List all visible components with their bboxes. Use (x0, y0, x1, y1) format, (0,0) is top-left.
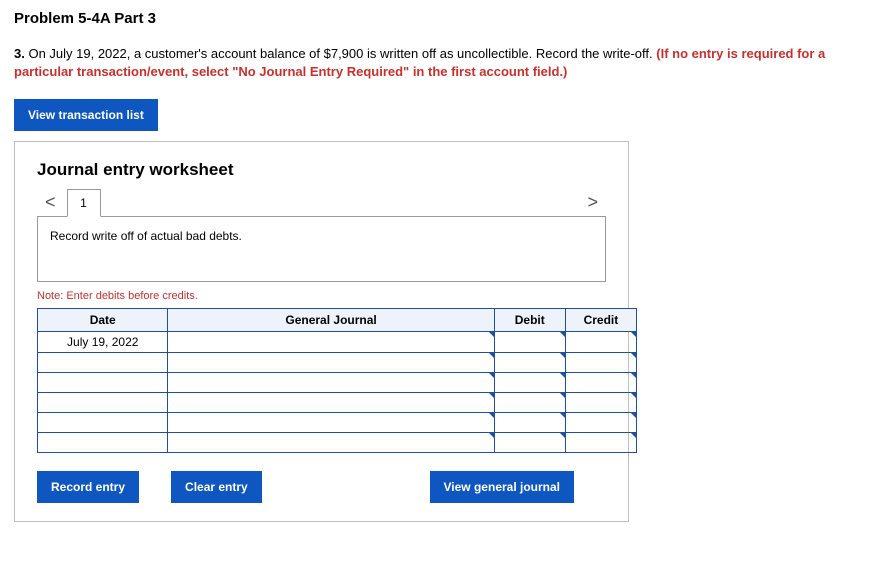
journal-cell[interactable] (168, 373, 494, 393)
date-cell[interactable] (38, 373, 168, 393)
col-journal-header: General Journal (168, 309, 494, 332)
credit-cell[interactable] (565, 373, 636, 393)
next-chevron-icon[interactable]: > (579, 188, 606, 217)
question-body: On July 19, 2022, a customer's account b… (25, 46, 656, 61)
action-row: Record entry Clear entry View general jo… (37, 471, 606, 503)
credit-cell[interactable] (565, 332, 636, 353)
credit-cell[interactable] (565, 433, 636, 453)
clear-entry-button[interactable]: Clear entry (171, 471, 262, 503)
date-cell[interactable] (38, 433, 168, 453)
entry-instruction: Record write off of actual bad debts. (37, 216, 606, 282)
table-header-row: Date General Journal Debit Credit (38, 309, 637, 332)
journal-cell[interactable] (168, 413, 494, 433)
table-row (38, 433, 637, 453)
col-credit-header: Credit (565, 309, 636, 332)
debit-cell[interactable] (494, 393, 565, 413)
view-general-journal-button[interactable]: View general journal (430, 471, 574, 503)
note-text: Note: Enter debits before credits. (37, 290, 606, 302)
journal-worksheet: Journal entry worksheet < 1 > Record wri… (14, 141, 629, 522)
table-row (38, 393, 637, 413)
table-row (38, 353, 637, 373)
date-cell[interactable] (38, 393, 168, 413)
debit-cell[interactable] (494, 433, 565, 453)
worksheet-title: Journal entry worksheet (37, 160, 606, 180)
table-row: July 19, 2022 (38, 332, 637, 353)
date-cell[interactable] (38, 353, 168, 373)
journal-table: Date General Journal Debit Credit July 1… (37, 308, 637, 453)
credit-cell[interactable] (565, 393, 636, 413)
debit-cell[interactable] (494, 413, 565, 433)
prev-chevron-icon[interactable]: < (37, 188, 64, 217)
col-debit-header: Debit (494, 309, 565, 332)
question-text: 3. On July 19, 2022, a customer's accoun… (14, 45, 861, 81)
table-row (38, 413, 637, 433)
journal-cell[interactable] (168, 332, 494, 353)
date-cell[interactable] (38, 413, 168, 433)
debit-cell[interactable] (494, 332, 565, 353)
problem-title: Problem 5-4A Part 3 (14, 10, 861, 27)
debit-cell[interactable] (494, 373, 565, 393)
debit-cell[interactable] (494, 353, 565, 373)
question-number: 3. (14, 46, 25, 61)
credit-cell[interactable] (565, 353, 636, 373)
view-transaction-list-button[interactable]: View transaction list (14, 99, 158, 131)
credit-cell[interactable] (565, 413, 636, 433)
tab-1[interactable]: 1 (67, 189, 101, 217)
table-row (38, 373, 637, 393)
tab-row: < 1 > (37, 188, 606, 217)
col-date-header: Date (38, 309, 168, 332)
journal-cell[interactable] (168, 433, 494, 453)
journal-cell[interactable] (168, 393, 494, 413)
record-entry-button[interactable]: Record entry (37, 471, 139, 503)
date-cell[interactable]: July 19, 2022 (38, 332, 168, 353)
journal-cell[interactable] (168, 353, 494, 373)
